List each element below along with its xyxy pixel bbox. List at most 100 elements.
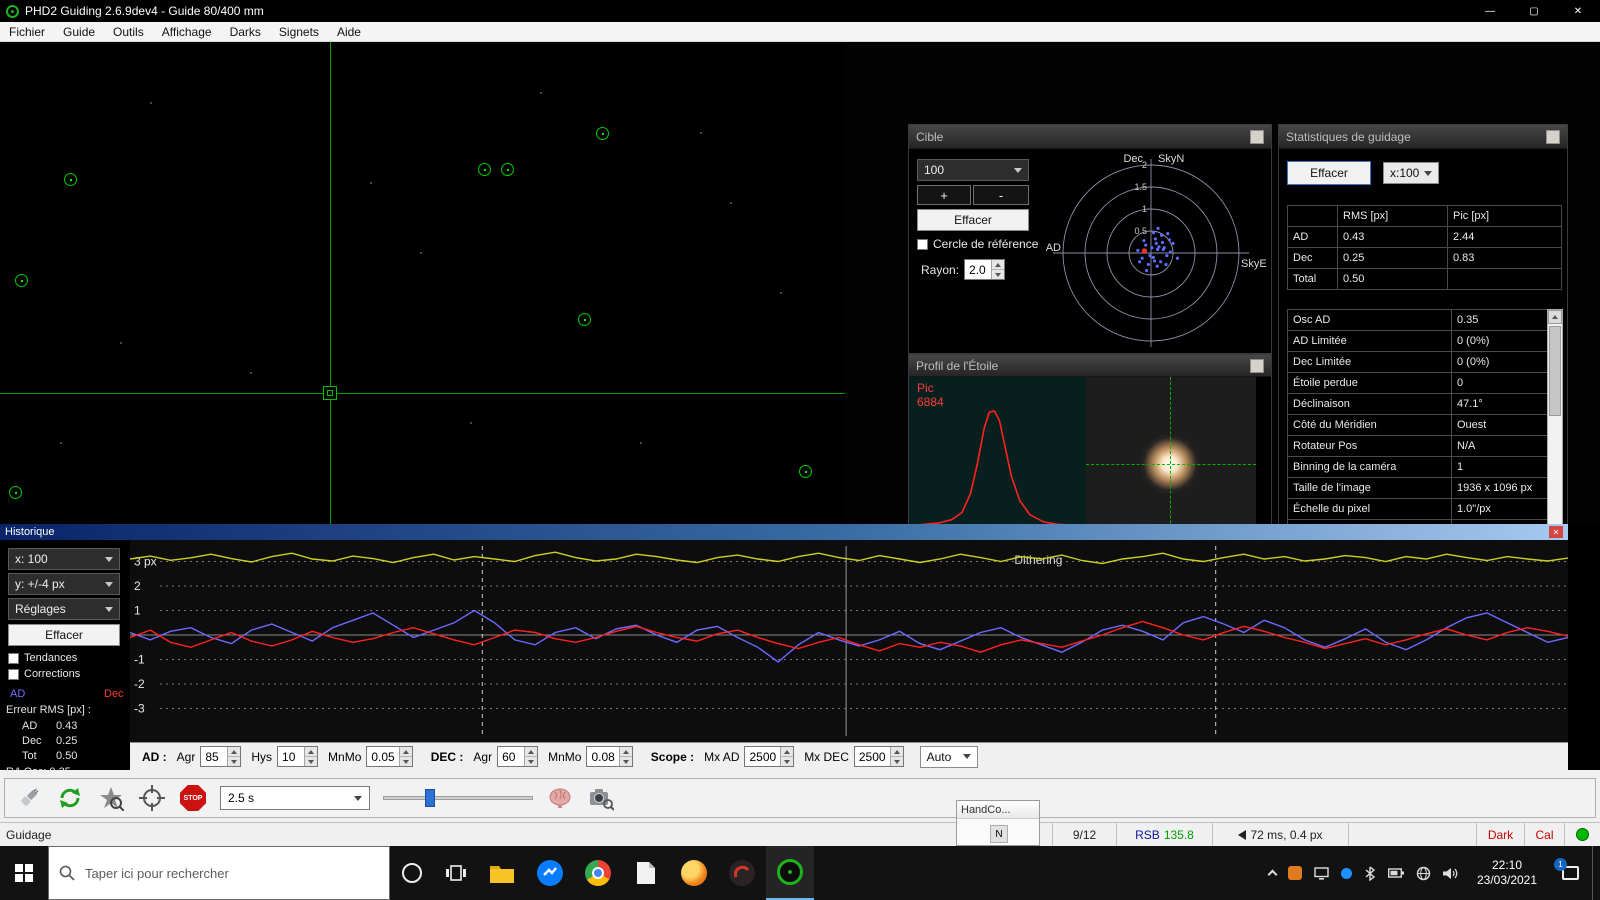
menu-aide[interactable]: Aide [328,22,370,41]
menu-outils[interactable]: Outils [104,22,153,41]
slider-thumb[interactable] [425,789,435,807]
folder-icon [490,866,514,883]
cible-pane-close-button[interactable] [1250,129,1264,144]
rayon-spinner[interactable]: 2.0 [964,259,1006,280]
cortana-button[interactable] [390,846,434,900]
dec-aggression-spinner[interactable]: 60 [497,746,539,767]
taskbar-icon-phd2[interactable] [766,846,814,900]
star-marker[interactable] [9,486,22,499]
stats-pane-close-button[interactable] [1546,129,1560,144]
dec-mode-dropdown[interactable]: Auto [919,745,978,768]
star-marker[interactable] [478,163,491,176]
star-marker[interactable] [596,127,609,140]
tray-network-globe-icon[interactable] [1416,866,1431,881]
tray-blue-dot-icon[interactable] [1341,867,1352,879]
cible-pane-title: Cible [916,129,944,144]
guide-camera-view[interactable] [0,42,845,524]
tray-chevron-up-icon[interactable] [1267,869,1278,880]
ad-aggression-spinner[interactable]: 85 [200,746,242,767]
star-marker[interactable] [64,173,77,186]
max-dec-duration-spinner[interactable]: 2500 [853,746,904,767]
profil-pane-titlebar: Profil de l'Étoile [909,355,1271,377]
star-marker[interactable] [578,313,591,326]
exposure-dropdown[interactable]: 2.5 s [220,786,370,810]
reference-circle-label: Cercle de référence [933,237,1039,251]
tray-bluetooth-icon[interactable] [1364,865,1376,881]
astro-app-icon [729,860,755,886]
cible-zoom-out-button[interactable]: - [973,185,1029,205]
brain-settings-icon[interactable] [546,784,574,812]
history-clear-button[interactable]: Effacer [8,624,120,646]
action-center-button[interactable]: 1 [1548,846,1592,900]
dec-minmove-spinner[interactable]: 0.08 [586,746,633,767]
stats-clear-button[interactable]: Effacer [1287,161,1371,185]
guide-algo-controls: AD : Agr 85 Hys 10 MnMo 0.05 DEC : Agr 6… [130,742,1568,770]
menu-signets[interactable]: Signets [270,22,328,41]
guiding-history-graph: 3 px21-1-2-3Dithering [130,540,1568,742]
connect-equipment-icon[interactable] [15,784,43,812]
task-view-button[interactable] [434,846,478,900]
windows-taskbar: 22:10 23/03/2021 1 [0,846,1600,900]
historique-close-button[interactable]: ✕ [1549,526,1563,538]
cible-clear-button[interactable]: Effacer [917,209,1029,231]
rms-ad-label: AD [22,720,38,732]
tray-display-icon[interactable] [1314,866,1329,880]
ad-minmove-spinner[interactable]: 0.05 [366,746,413,767]
menu-fichier[interactable]: Fichier [0,22,54,41]
menu-darks[interactable]: Darks [221,22,270,41]
loop-exposures-icon[interactable] [56,784,84,812]
taskbar-icon-messaging[interactable] [526,846,574,900]
handcontroller-window[interactable]: HandCo... N [956,800,1040,846]
stop-button[interactable]: STOP [180,785,206,811]
svg-text:AD: AD [1046,242,1061,254]
history-settings-dropdown[interactable]: Réglages [8,598,120,620]
taskbar-search-box[interactable] [48,846,390,900]
tray-battery-icon[interactable] [1388,868,1404,878]
firefox-icon [681,860,707,886]
star-marker[interactable] [15,274,28,287]
reference-circle-checkbox[interactable] [917,238,928,250]
stats-scale-dropdown[interactable]: x:100 [1383,162,1439,184]
start-button[interactable] [0,846,48,900]
taskbar-icon-file-explorer[interactable] [478,846,526,900]
star-marker[interactable] [799,465,812,478]
stats-vertical-scrollbar[interactable] [1547,309,1563,541]
chevron-down-icon [105,556,113,562]
max-ra-duration-spinner[interactable]: 2500 [744,746,795,767]
status-cal-indicator[interactable]: Cal [1524,823,1564,846]
taskbar-icon-astro-app[interactable] [718,846,766,900]
star-marker[interactable] [501,163,514,176]
taskbar-clock[interactable]: 22:10 23/03/2021 [1466,858,1548,888]
auto-select-star-icon[interactable] [97,784,125,812]
crosshair-horizontal-line [0,393,845,394]
tray-volume-icon[interactable] [1443,867,1458,880]
minimize-button[interactable]: — [1468,0,1512,22]
gamma-slider[interactable] [383,786,533,810]
cible-zoom-dropdown[interactable]: 100 [917,159,1029,181]
tray-orange-app-icon[interactable] [1288,866,1302,880]
taskbar-icon-firefox[interactable] [670,846,718,900]
stats-pane-body: Effacer x:100 RMS [px] Pic [px] AD 0.43 2.… [1279,149,1567,559]
status-dark-indicator[interactable]: Dark [1476,823,1524,846]
history-yscale-dropdown[interactable]: y: +/-4 px [8,573,120,595]
rms-table: RMS [px] Pic [px] AD 0.43 2.44 Dec 0.25 0.83… [1287,205,1562,290]
cible-zoom-in-button[interactable]: + [917,185,971,205]
chevron-down-icon [105,581,113,587]
menu-guide[interactable]: Guide [54,22,104,41]
camera-settings-icon[interactable] [587,784,615,812]
taskbar-icon-document-app[interactable] [622,846,670,900]
close-button[interactable]: ✕ [1556,0,1600,22]
history-xscale-dropdown[interactable]: x: 100 [8,548,120,570]
corrections-checkbox[interactable] [8,668,19,680]
guide-target-icon[interactable] [138,784,166,812]
trend-checkbox[interactable] [8,652,19,664]
hysteresis-spinner[interactable]: 10 [277,746,319,767]
show-desktop-sliver[interactable] [1592,846,1600,900]
maximize-button[interactable]: ▢ [1512,0,1556,22]
handco-north-button[interactable]: N [990,825,1008,843]
menu-affichage[interactable]: Affichage [153,22,221,41]
search-input[interactable] [85,865,389,881]
profil-pane-close-button[interactable] [1250,358,1264,373]
taskbar-icon-chrome[interactable] [574,846,622,900]
historique-titlebar[interactable]: Historique ✕ [0,524,1568,540]
